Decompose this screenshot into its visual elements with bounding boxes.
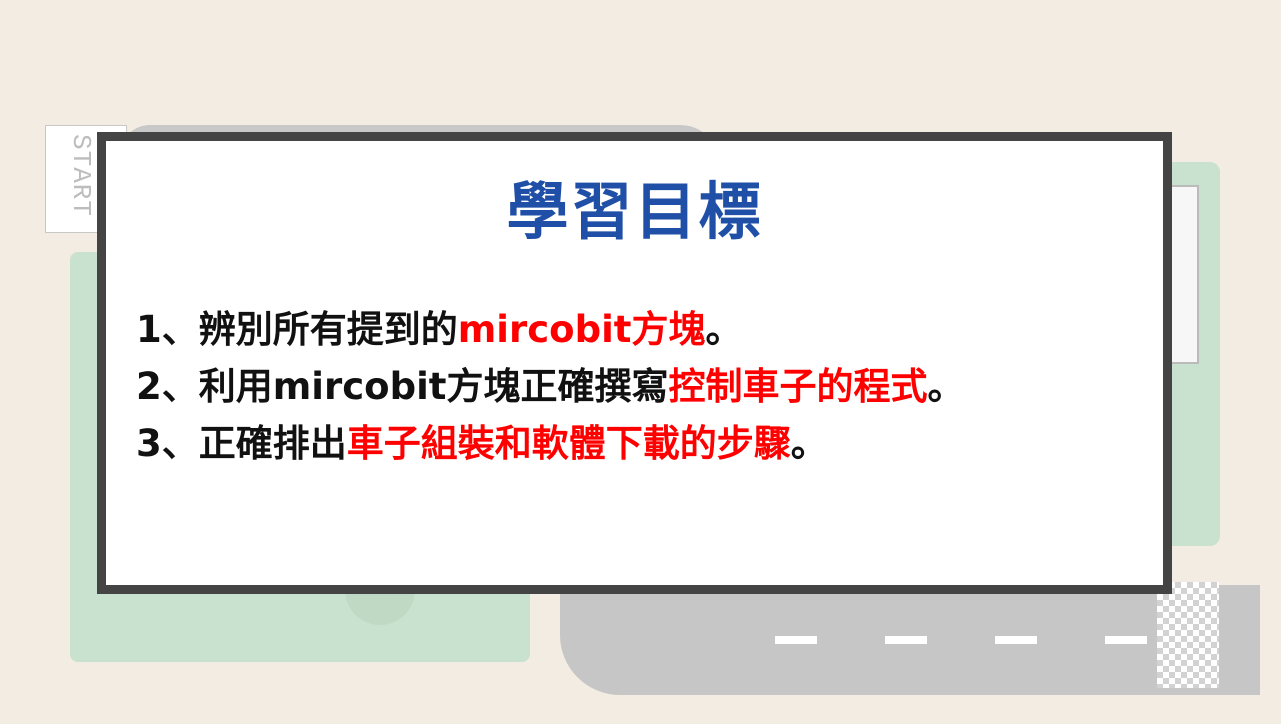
learning-objectives-card: 學習目標 1、辨別所有提到的mircobit方塊。 2、利用mircobit方塊… [97,132,1172,594]
road-dash [885,636,927,644]
objective-end: 。 [927,365,965,408]
objective-highlight: 控制車子的程式 [668,365,928,408]
road-dash [775,636,817,644]
objective-number: 3 [136,422,162,465]
objective-item-3: 3、正確排出車子組裝和軟體下載的步驟。 [136,415,964,472]
objective-number: 1 [136,308,162,351]
objective-text: 利用mircobit方塊正確撰寫 [198,365,669,408]
objective-separator: 、 [161,308,199,351]
road-dash [995,636,1037,644]
objective-separator: 、 [161,422,199,465]
objective-number: 2 [136,365,162,408]
objective-text: 辨別所有提到的 [198,308,458,351]
start-label: START [66,134,96,218]
objective-item-1: 1、辨別所有提到的mircobit方塊。 [136,301,964,358]
card-title: 學習目標 [506,175,763,248]
objectives-list: 1、辨別所有提到的mircobit方塊。 2、利用mircobit方塊正確撰寫控… [136,301,964,472]
objective-separator: 、 [161,365,199,408]
objective-end: 。 [705,308,743,351]
objective-item-2: 2、利用mircobit方塊正確撰寫控制車子的程式。 [136,358,964,415]
finish-line-flag [1157,582,1219,688]
road-dash [1105,636,1147,644]
objective-end: 。 [790,422,828,465]
objective-highlight: 車子組裝和軟體下載的步驟 [346,422,791,465]
objective-text: 正確排出 [198,422,347,465]
objective-highlight: mircobit方塊 [457,308,706,351]
